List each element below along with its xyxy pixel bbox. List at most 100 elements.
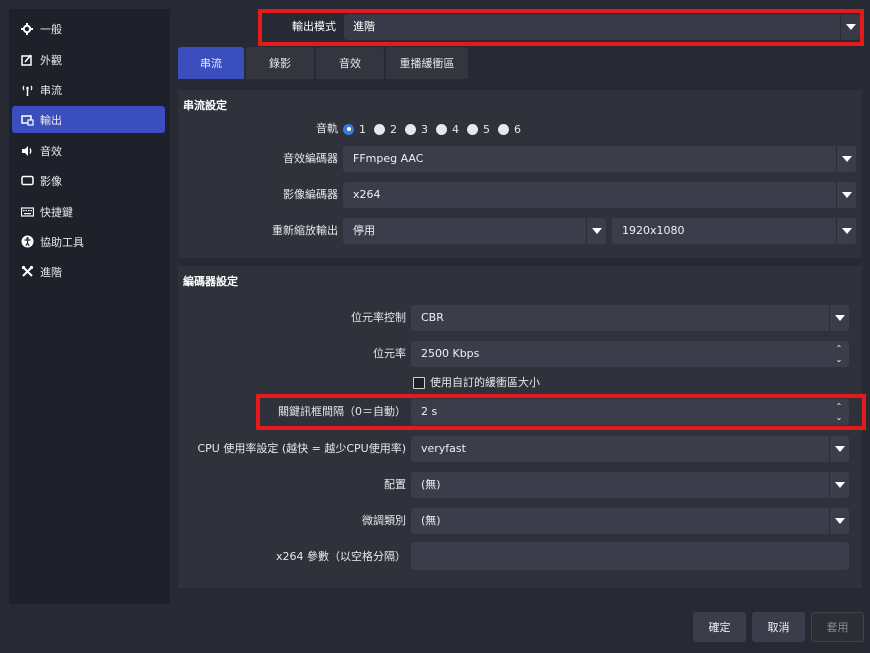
audio-track-radio-6[interactable] [498,123,509,135]
sidebar-item-label: 協助工具 [40,235,84,249]
cpu-preset-label: CPU 使用率設定 (越快 = 越少CPU使用率) [197,442,406,455]
radio-label: 6 [514,122,521,136]
sidebar-item-label: 快捷鍵 [40,205,73,219]
tab-recording[interactable]: 錄影 [246,47,314,79]
x264-options-input[interactable] [411,542,849,570]
tab-audio[interactable]: 音效 [316,47,384,79]
output-mode-row: 輸出模式 進階 [258,9,864,45]
chevron-down-icon [840,14,860,40]
custom-buffer-checkbox[interactable] [413,377,425,389]
sidebar-item-label: 進階 [40,265,62,279]
sidebar-item-advanced[interactable]: 進階 [12,258,165,285]
cpu-preset-value: veryfast [421,442,466,455]
chevron-down-icon [829,508,849,534]
tune-label: 微調類別 [362,514,406,527]
video-encoder-value: x264 [353,188,381,201]
chevron-down-icon [586,218,606,244]
tab-label: 重播緩衝區 [399,57,455,70]
rate-control-label: 位元率控制 [351,311,406,324]
chevron-down-icon [829,305,849,331]
keyboard-icon [20,205,34,219]
rescale-resolution-select[interactable]: 1920x1080 [612,218,856,244]
ok-button[interactable]: 確定 [693,612,746,642]
sidebar-item-accessibility[interactable]: 協助工具 [12,228,165,255]
keyframe-interval-label: 關鍵訊框間隔（0＝自動） [278,405,406,418]
sidebar-item-label: 串流 [40,83,62,97]
tab-stream[interactable]: 串流 [178,47,244,79]
profile-label: 配置 [384,478,406,491]
chevron-down-icon [836,182,856,208]
encoder-settings-title: 編碼器設定 [183,275,238,288]
radio-label: 2 [390,122,397,136]
keyframe-interval-input[interactable]: 2 s ⌃ ⌄ [411,399,849,425]
audio-track-label: 音軌 [316,122,338,135]
output-mode-label: 輸出模式 [292,20,336,33]
cpu-preset-select[interactable]: veryfast [411,436,849,462]
radio-label: 3 [421,122,428,136]
tab-label: 串流 [200,57,222,70]
custom-buffer-label: 使用自訂的緩衝區大小 [430,376,540,389]
gear-icon [20,22,34,36]
tune-select[interactable]: (無) [411,508,849,534]
stream-settings-title: 串流設定 [183,99,227,112]
sidebar-item-hotkeys[interactable]: 快捷鍵 [12,198,165,225]
spinner-arrows-icon[interactable]: ⌃ ⌄ [829,399,849,425]
radio-label: 1 [359,122,366,136]
audio-track-radio-2[interactable] [374,123,385,135]
rescale-output-value: 停用 [353,224,375,237]
sidebar-item-label: 外觀 [40,53,62,67]
speaker-icon [20,144,34,158]
sidebar-item-general[interactable]: 一般 [12,15,165,42]
rescale-output-select[interactable]: 停用 [343,218,606,244]
accessibility-icon [20,235,34,249]
audio-track-radio-1[interactable] [343,123,354,135]
sidebar-item-label: 輸出 [40,113,62,127]
tab-label: 音效 [339,57,361,70]
rescale-output-label: 重新縮放輸出 [272,224,338,237]
settings-window: 一般 外觀 串流 輸出 音效 影像 快捷鍵 協助工具 進階 輸出模式 進階 串流… [0,0,870,653]
chevron-down-icon [836,146,856,172]
audio-track-radios: 1 2 3 4 5 6 [343,122,529,136]
audio-encoder-label: 音效編碼器 [283,152,338,165]
sidebar-item-stream[interactable]: 串流 [12,76,165,103]
output-icon [20,113,34,127]
tools-icon [20,265,34,279]
sidebar-item-appearance[interactable]: 外觀 [12,46,165,73]
profile-value: (無) [421,478,441,491]
output-mode-select[interactable]: 進階 [344,14,860,40]
appearance-icon [20,53,34,67]
tune-value: (無) [421,514,441,527]
cancel-button[interactable]: 取消 [752,612,805,642]
settings-sidebar: 一般 外觀 串流 輸出 音效 影像 快捷鍵 協助工具 進階 [9,9,170,604]
keyframe-interval-value: 2 s [421,405,438,418]
rescale-resolution-value: 1920x1080 [622,224,685,237]
output-mode-value: 進階 [353,20,375,33]
x264-options-label: x264 參數（以空格分隔） [275,550,406,563]
sidebar-item-audio[interactable]: 音效 [12,137,165,164]
spinner-arrows-icon[interactable]: ⌃ ⌄ [829,341,849,367]
sidebar-item-label: 音效 [40,144,62,158]
monitor-icon [20,174,34,188]
apply-button[interactable]: 套用 [811,612,864,642]
profile-select[interactable]: (無) [411,472,849,498]
bitrate-value: 2500 Kbps [421,347,480,360]
audio-encoder-select[interactable]: FFmpeg AAC [343,146,856,172]
video-encoder-select[interactable]: x264 [343,182,856,208]
bitrate-input[interactable]: 2500 Kbps ⌃ ⌄ [411,341,849,367]
antenna-icon [20,83,34,97]
sidebar-item-output[interactable]: 輸出 [12,106,165,133]
tab-replay-buffer[interactable]: 重播緩衝區 [386,47,468,79]
chevron-down-icon [836,218,856,244]
sidebar-item-label: 影像 [40,174,62,188]
audio-track-radio-3[interactable] [405,123,416,135]
audio-track-radio-4[interactable] [436,123,447,135]
tab-label: 錄影 [269,57,291,70]
rate-control-select[interactable]: CBR [411,305,849,331]
chevron-down-icon [829,472,849,498]
sidebar-item-video[interactable]: 影像 [12,167,165,194]
radio-label: 4 [452,122,459,136]
audio-track-radio-5[interactable] [467,123,478,135]
audio-encoder-value: FFmpeg AAC [353,152,424,165]
video-encoder-label: 影像編碼器 [283,188,338,201]
chevron-down-icon [829,436,849,462]
